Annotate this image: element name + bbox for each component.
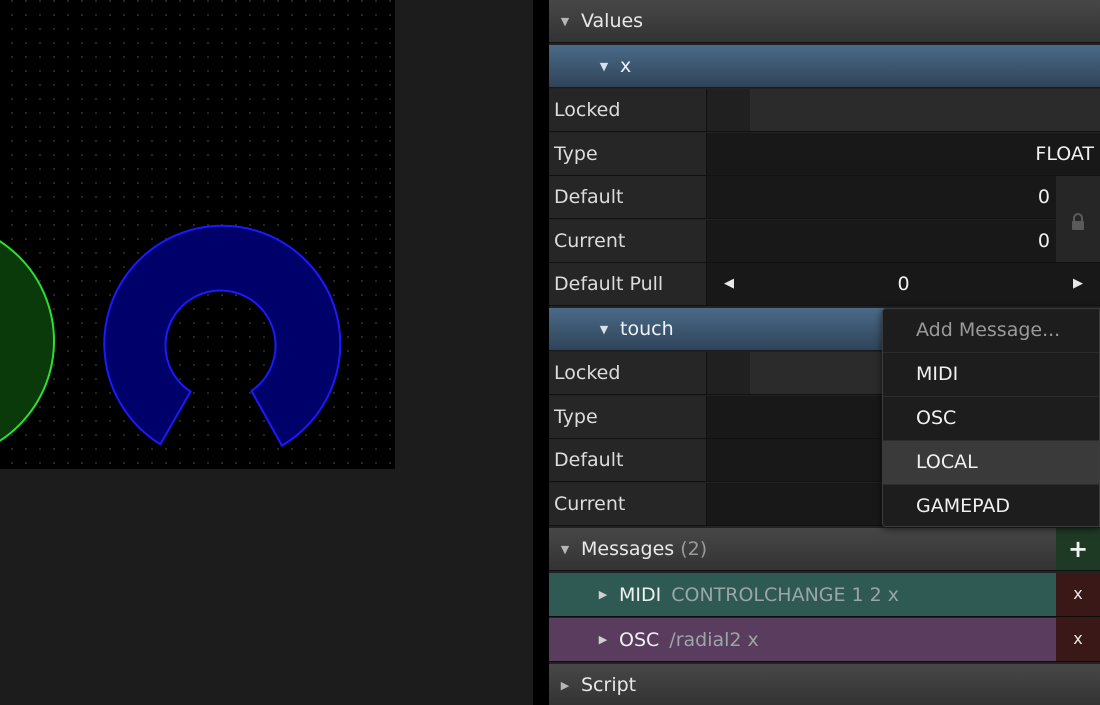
value-touch-name: touch bbox=[620, 318, 674, 340]
collapsed-triangle-icon: ▶ bbox=[598, 588, 608, 601]
message-kind: MIDI bbox=[619, 583, 662, 606]
script-section-header[interactable]: ▶ Script bbox=[549, 664, 1100, 705]
x-locked-row: Locked bbox=[549, 89, 1100, 132]
value-x-header[interactable]: ▼ x bbox=[549, 45, 1100, 88]
x-locked-toggle-area[interactable] bbox=[750, 89, 1100, 131]
arrow-right-icon[interactable]: ▶ bbox=[1056, 263, 1100, 305]
x-default-label: Default bbox=[549, 176, 707, 218]
dropdown-option-midi[interactable]: MIDI bbox=[883, 352, 1099, 396]
dropdown-header: Add Message... bbox=[916, 319, 1061, 341]
message-item-midi[interactable]: ▶ MIDI CONTROLCHANGE 1 2 x x bbox=[549, 573, 1100, 617]
arrow-left-icon[interactable]: ◀ bbox=[707, 263, 751, 305]
x-type-row: Type FLOAT bbox=[549, 133, 1100, 176]
messages-section-header[interactable]: ▼ Messages (2) + bbox=[549, 528, 1100, 571]
panel-divider[interactable] bbox=[533, 0, 549, 705]
touch-default-label: Default bbox=[549, 439, 707, 481]
collapsed-triangle-icon: ▶ bbox=[598, 633, 608, 646]
value-x-name: x bbox=[620, 55, 632, 77]
x-current-input[interactable]: 0 bbox=[707, 220, 1056, 262]
lock-icon bbox=[1072, 213, 1084, 230]
dropdown-option-local[interactable]: LOCAL bbox=[883, 440, 1099, 484]
x-current-label: Current bbox=[549, 220, 707, 262]
messages-count: (2) bbox=[680, 538, 708, 560]
touch-locked-label: Locked bbox=[549, 352, 707, 394]
values-section-header[interactable]: ▼ Values bbox=[549, 0, 1100, 43]
x-locked-label: Locked bbox=[549, 89, 707, 131]
x-default-row: Default 0 bbox=[549, 176, 1100, 219]
x-default-pull-row: Default Pull ◀ 0 ▶ bbox=[549, 263, 1100, 306]
green-circle-widget[interactable] bbox=[0, 222, 55, 460]
link-lock-button[interactable] bbox=[1056, 176, 1100, 263]
x-default-pull-value[interactable]: 0 bbox=[751, 263, 1056, 305]
delete-message-button[interactable]: x bbox=[1056, 618, 1100, 661]
touch-type-label: Type bbox=[549, 396, 707, 438]
blue-radial-widget[interactable] bbox=[103, 224, 342, 447]
dropdown-option-osc[interactable]: OSC bbox=[883, 396, 1099, 440]
x-current-row: Current 0 bbox=[549, 220, 1100, 263]
delete-message-button[interactable]: x bbox=[1056, 573, 1100, 616]
x-type-select[interactable]: FLOAT bbox=[707, 133, 1100, 175]
add-message-dropdown[interactable]: Add Message... MIDI OSC LOCAL GAMEPAD bbox=[882, 308, 1100, 527]
message-detail: /radial2 x bbox=[669, 628, 759, 651]
script-section-title: Script bbox=[581, 674, 637, 696]
message-kind: OSC bbox=[619, 628, 660, 651]
expanded-triangle-icon: ▼ bbox=[560, 14, 570, 28]
touch-locked-toggle[interactable] bbox=[707, 352, 751, 394]
values-section-title: Values bbox=[581, 10, 644, 32]
touch-current-label: Current bbox=[549, 483, 707, 525]
x-default-input[interactable]: 0 bbox=[707, 176, 1056, 218]
add-message-button[interactable]: + bbox=[1056, 528, 1100, 570]
widget-canvas[interactable] bbox=[0, 0, 395, 469]
x-type-label: Type bbox=[549, 133, 707, 175]
expanded-triangle-icon: ▼ bbox=[599, 59, 609, 73]
dropdown-option-gamepad[interactable]: GAMEPAD bbox=[883, 484, 1099, 526]
expanded-triangle-icon: ▼ bbox=[599, 322, 609, 336]
messages-section-title: Messages bbox=[581, 538, 675, 560]
canvas-drawing bbox=[0, 222, 342, 460]
collapsed-triangle-icon: ▶ bbox=[560, 678, 570, 692]
message-detail: CONTROLCHANGE 1 2 x bbox=[671, 583, 900, 606]
x-default-pull-label: Default Pull bbox=[549, 263, 707, 305]
message-item-osc[interactable]: ▶ OSC /radial2 x x bbox=[549, 618, 1100, 662]
x-locked-toggle[interactable] bbox=[707, 89, 751, 131]
expanded-triangle-icon: ▼ bbox=[560, 542, 570, 556]
